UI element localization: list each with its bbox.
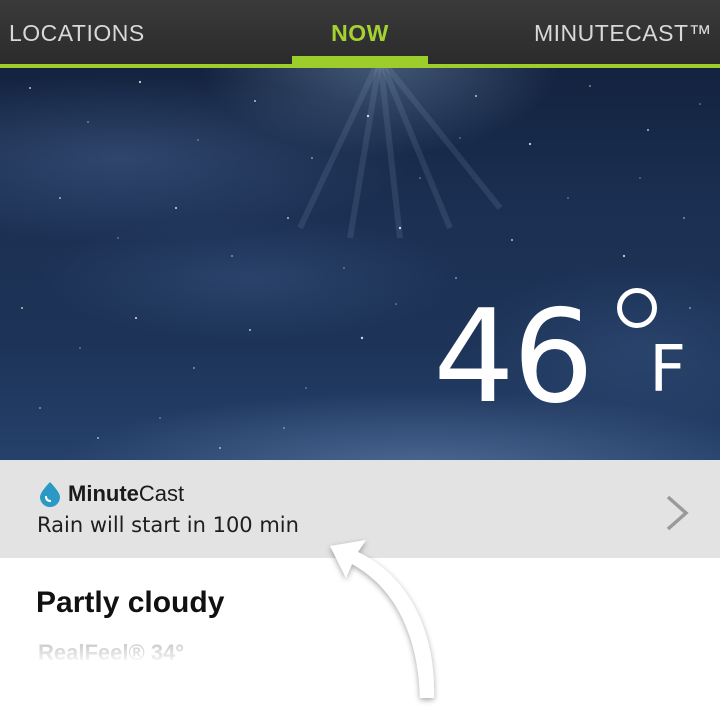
minutecast-logo: MinuteCast [68,481,184,507]
minutecast-logo-regular: Cast [138,481,185,506]
tab-minutecast[interactable]: MINUTECAST™ [534,0,712,64]
temperature-display: 46 F [433,288,686,422]
realfeel-text: RealFeel® 34° [38,640,185,665]
degree-symbol-icon [617,288,658,328]
minutecast-message: Rain will start in 100 min [37,513,299,537]
tab-bar: LOCATIONS NOW MINUTECAST™ [0,0,720,68]
tab-now[interactable]: NOW [292,0,428,64]
temperature-value: 46 [433,283,594,432]
chevron-right-icon[interactable] [664,494,692,532]
tab-locations[interactable]: LOCATIONS [9,0,145,64]
tab-now-selected-indicator [292,56,428,64]
temperature-unit: F [649,333,686,407]
water-drop-icon [40,482,60,507]
weather-hero-background: 46 F [0,68,720,460]
curved-arrow-icon [330,540,435,698]
condition-text: Partly cloudy [36,586,225,619]
minutecast-logo-bold: Minute [68,481,139,506]
